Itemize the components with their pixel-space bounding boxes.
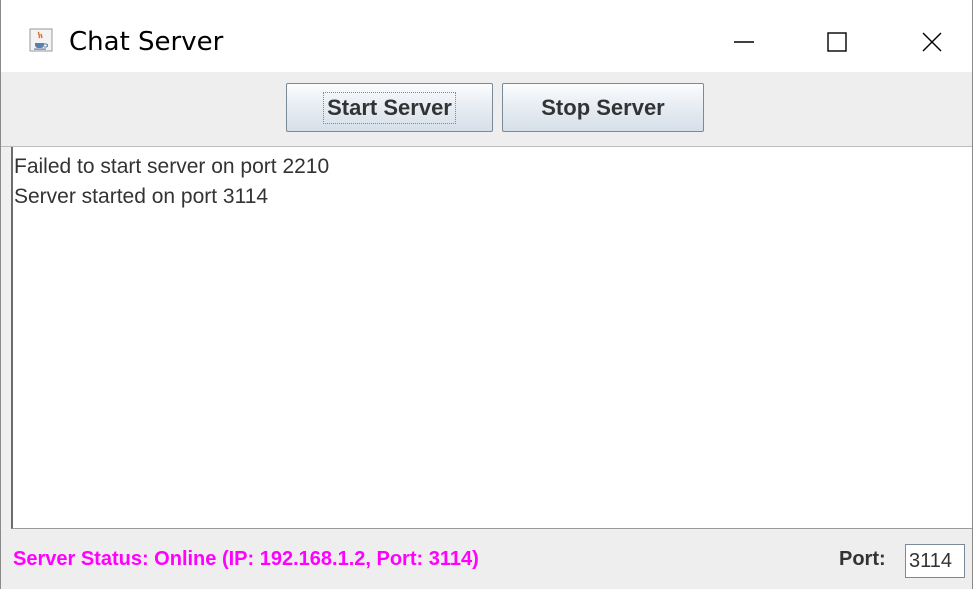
port-label: Port:: [839, 548, 886, 570]
window-title: Chat Server: [69, 27, 224, 57]
stop-server-button[interactable]: Stop Server: [502, 83, 704, 132]
status-bar: Server Status: Online (IP: 192.168.1.2, …: [1, 530, 972, 589]
log-line: Server started on port 3114: [14, 185, 269, 208]
start-server-button[interactable]: Start Server: [286, 83, 493, 132]
close-icon: [921, 31, 943, 53]
stop-server-label: Stop Server: [541, 94, 665, 120]
close-button[interactable]: [902, 14, 962, 70]
minimize-button[interactable]: [714, 14, 774, 70]
title-bar[interactable]: Chat Server: [1, 0, 972, 72]
maximize-icon: [826, 31, 848, 53]
maximize-button[interactable]: [807, 14, 867, 70]
port-input[interactable]: [905, 544, 965, 578]
start-server-label: Start Server: [323, 91, 456, 124]
java-cup-icon: [29, 28, 53, 52]
log-line: Failed to start server on port 2210: [14, 155, 330, 178]
chat-server-window: Chat Server Start Server Stop Server Fai…: [0, 0, 973, 589]
log-area[interactable]: Failed to start server on port 2210 Serv…: [11, 147, 972, 529]
server-status-text: Server Status: Online (IP: 192.168.1.2, …: [13, 548, 479, 570]
minimize-icon: [733, 31, 755, 53]
toolbar: Start Server Stop Server: [1, 72, 972, 147]
